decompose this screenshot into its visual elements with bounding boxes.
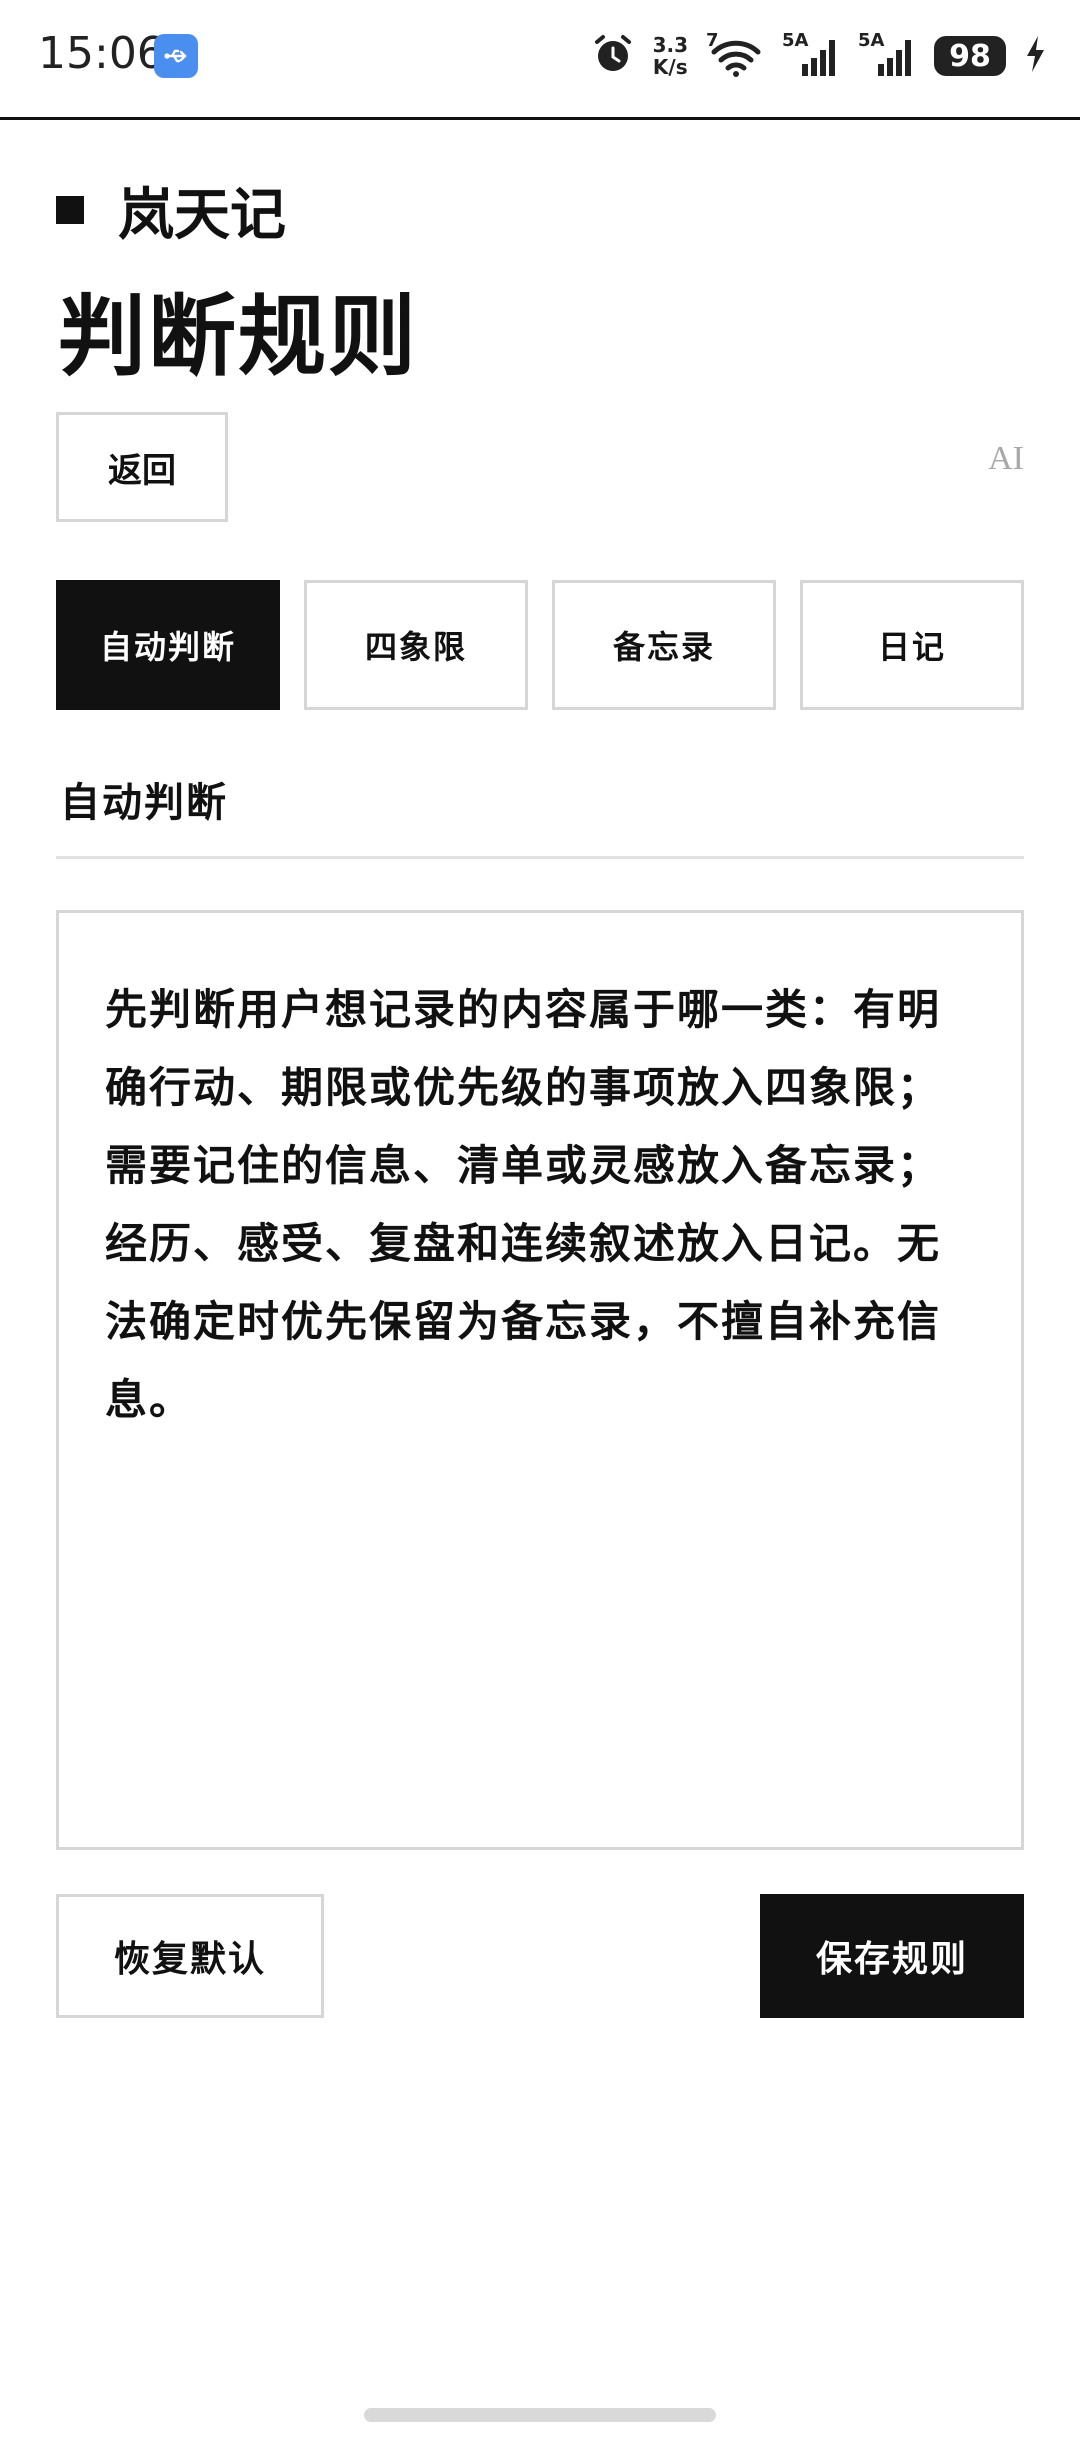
signal-icon-2: 5A bbox=[858, 30, 916, 78]
charging-icon bbox=[1024, 34, 1046, 78]
network-speed-value: 3.3 bbox=[652, 33, 688, 57]
status-icons: 3.3 K/s 7 5A 5A 98 bbox=[591, 28, 1046, 84]
signal-1-label: 5A bbox=[782, 30, 809, 51]
usb-icon bbox=[154, 34, 198, 78]
signal-2-label: 5A bbox=[858, 30, 885, 51]
tab-auto-judge[interactable]: 自动判断 bbox=[56, 580, 280, 710]
status-time: 15:06 bbox=[38, 28, 165, 79]
wifi-badge: 7 bbox=[706, 30, 719, 51]
category-tabs: 自动判断 四象限 备忘录 日记 bbox=[56, 580, 1024, 710]
network-speed: 3.3 K/s bbox=[653, 34, 688, 78]
network-speed-unit: K/s bbox=[652, 55, 688, 79]
section-heading: 自动判断 bbox=[60, 779, 228, 826]
ai-label: AI bbox=[988, 440, 1024, 477]
wifi-icon: 7 bbox=[706, 30, 764, 78]
reset-default-button[interactable]: 恢复默认 bbox=[56, 1894, 324, 2018]
alarm-icon bbox=[591, 32, 635, 80]
brand: 岚天记 bbox=[56, 170, 286, 250]
tab-memo[interactable]: 备忘录 bbox=[552, 580, 776, 710]
page-title: 判断规则 bbox=[58, 284, 419, 388]
save-rule-button[interactable]: 保存规则 bbox=[760, 1894, 1024, 2018]
status-bar: 15:06 3.3 K/s 7 5A 5A 98 bbox=[0, 0, 1080, 120]
tab-diary[interactable]: 日记 bbox=[800, 580, 1024, 710]
signal-icon-1: 5A bbox=[782, 30, 840, 78]
battery-indicator: 98 bbox=[934, 36, 1006, 76]
brand-square-icon bbox=[56, 196, 84, 224]
back-button[interactable]: 返回 bbox=[56, 412, 228, 522]
divider bbox=[56, 856, 1024, 859]
tab-quadrant[interactable]: 四象限 bbox=[304, 580, 528, 710]
home-indicator[interactable] bbox=[364, 2408, 716, 2422]
brand-name: 岚天记 bbox=[118, 181, 286, 248]
rule-textarea[interactable]: 先判断用户想记录的内容属于哪一类：有明确行动、期限或优先级的事项放入四象限；需要… bbox=[56, 910, 1024, 1850]
